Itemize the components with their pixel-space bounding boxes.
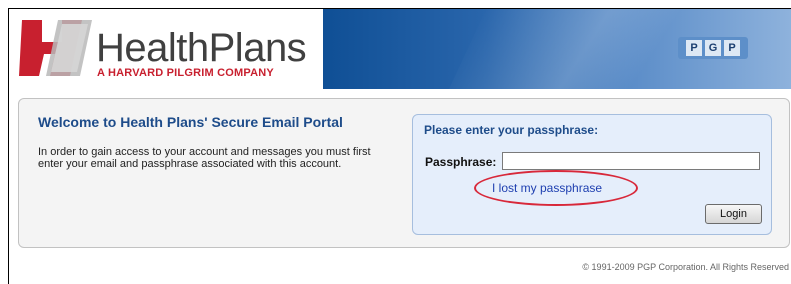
welcome-title: Welcome to Health Plans' Secure Email Po… [38,114,343,130]
copyright: © 1991-2009 PGP Corporation. All Rights … [582,262,789,272]
logo: HealthPlans A HARVARD PILGRIM COMPANY [14,14,314,84]
passphrase-input[interactable] [502,152,760,170]
pgp-letter: P [686,40,702,56]
pgp-letter: G [705,40,721,56]
welcome-text: In order to gain access to your account … [38,146,371,170]
lost-passphrase-link[interactable]: I lost my passphrase [492,181,602,195]
pgp-logo-icon: P G P [678,37,748,59]
passphrase-label: Passphrase: [425,155,497,169]
logo-name: HealthPlans [96,26,307,70]
pgp-letter: P [724,40,740,56]
logo-tagline: A HARVARD PILGRIM COMPANY [97,67,274,79]
login-button[interactable]: Login [705,204,762,224]
healthplans-logo-icon [19,20,92,76]
login-heading: Please enter your passphrase: [424,123,599,137]
